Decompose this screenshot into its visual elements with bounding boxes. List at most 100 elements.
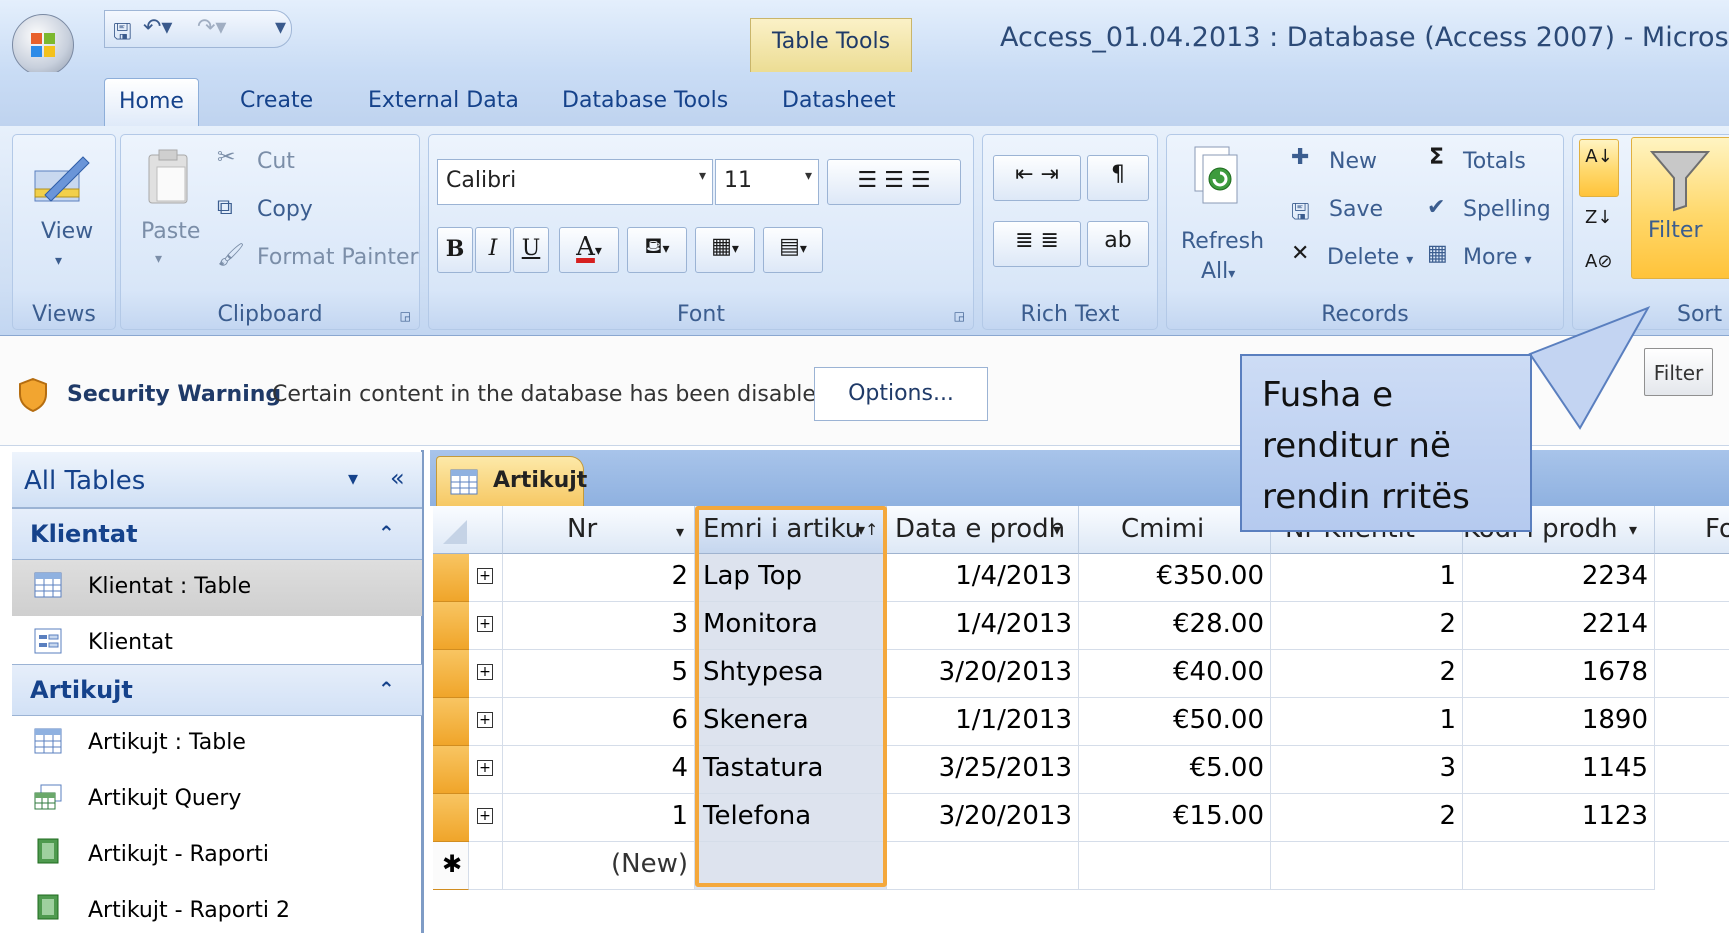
font-size-combo[interactable]: 11 ▾ bbox=[715, 159, 819, 205]
paragraph-direction-icon[interactable]: ¶ bbox=[1087, 155, 1149, 201]
row-selector[interactable] bbox=[433, 554, 469, 602]
nav-group-artikujt[interactable]: Artikujt ⌃ bbox=[12, 664, 422, 716]
dialog-launcher-icon[interactable]: ◲ bbox=[954, 309, 965, 323]
list-buttons[interactable]: ≣ ≣ bbox=[993, 221, 1081, 267]
cell-emri-i-artiku[interactable]: Telefona bbox=[695, 794, 887, 842]
cell-kodi-i-prodh[interactable]: 1123 bbox=[1463, 794, 1655, 842]
cell-nr[interactable]: 6 bbox=[503, 698, 695, 746]
cell-fo[interactable] bbox=[1655, 554, 1729, 602]
font-name-combo[interactable]: Calibri ▾ bbox=[437, 159, 713, 205]
align-left-icon[interactable]: ☰ bbox=[857, 168, 877, 193]
cell-nr[interactable]: 5 bbox=[503, 650, 695, 698]
new-row-klienti-cell[interactable] bbox=[1271, 842, 1463, 890]
cell-fo[interactable] bbox=[1655, 698, 1729, 746]
cell-nr[interactable]: 2 bbox=[503, 554, 695, 602]
totals-button[interactable]: Totals bbox=[1463, 149, 1526, 174]
column-header-nr[interactable]: Nr ▾ bbox=[503, 506, 695, 554]
cell-nr[interactable]: 3 bbox=[503, 602, 695, 650]
expand-subdatasheet-icon[interactable]: + bbox=[477, 616, 493, 632]
expand-subdatasheet-icon[interactable]: + bbox=[477, 760, 493, 776]
cell-nr-klientit[interactable]: 1 bbox=[1271, 698, 1463, 746]
expand-subdatasheet-icon[interactable]: + bbox=[477, 712, 493, 728]
cell-emri-i-artiku[interactable]: Tastatura bbox=[695, 746, 887, 794]
cell-kodi-i-prodh[interactable]: 2214 bbox=[1463, 602, 1655, 650]
cell-nr-klientit[interactable]: 2 bbox=[1271, 650, 1463, 698]
redo-icon[interactable]: ↷▾ bbox=[197, 15, 226, 40]
new-row-kodi-cell[interactable] bbox=[1463, 842, 1655, 890]
cell-emri-i-artiku[interactable]: Lap Top bbox=[695, 554, 887, 602]
cell-fo[interactable] bbox=[1655, 650, 1729, 698]
chevron-down-icon[interactable]: ▾ bbox=[155, 251, 162, 267]
sort-ascending-icon[interactable]: ▾↑ bbox=[857, 520, 878, 539]
bullet-list-icon[interactable]: ≣ bbox=[1041, 228, 1059, 253]
tab-database-tools[interactable]: Database Tools bbox=[548, 78, 742, 126]
expand-subdatasheet-icon[interactable]: + bbox=[477, 808, 493, 824]
nav-pane-header[interactable]: All Tables ▾ « bbox=[12, 452, 422, 508]
undo-icon[interactable]: ↶▾ bbox=[143, 15, 172, 40]
view-button[interactable]: View bbox=[41, 219, 93, 244]
row-selector[interactable] bbox=[433, 746, 469, 794]
clear-sort-icon[interactable]: A⊘ bbox=[1585, 251, 1612, 272]
options-button[interactable]: Options... bbox=[814, 367, 988, 421]
align-center-icon[interactable]: ☰ bbox=[884, 168, 904, 193]
cell-emri-i-artiku[interactable]: Monitora bbox=[695, 602, 887, 650]
row-selector[interactable] bbox=[433, 602, 469, 650]
highlight-icon[interactable]: ab bbox=[1087, 221, 1149, 267]
chevron-down-icon[interactable]: ▾ bbox=[275, 15, 286, 40]
chevron-down-icon[interactable]: ▾ bbox=[1629, 520, 1637, 539]
nav-item-artikujt-query[interactable]: Artikujt Query bbox=[12, 772, 422, 828]
align-right-icon[interactable]: ☰ bbox=[911, 168, 931, 193]
cell-emri-i-artiku[interactable]: Skenera bbox=[695, 698, 887, 746]
new-row-emri-cell[interactable] bbox=[695, 842, 887, 890]
alignment-buttons[interactable]: ☰ ☰ ☰ bbox=[827, 159, 961, 205]
cell-data-e-prodh[interactable]: 1/4/2013 bbox=[887, 554, 1079, 602]
chevron-down-icon[interactable]: ▾ bbox=[676, 522, 684, 541]
cell-nr-klientit[interactable]: 2 bbox=[1271, 794, 1463, 842]
cell-cmimi[interactable]: €5.00 bbox=[1079, 746, 1271, 794]
new-row-data-cell[interactable] bbox=[887, 842, 1079, 890]
new-row-cmimi-cell[interactable] bbox=[1079, 842, 1271, 890]
nav-item-artikujt-raporti[interactable]: Artikujt - Raporti bbox=[12, 828, 422, 884]
cell-data-e-prodh[interactable]: 3/25/2013 bbox=[887, 746, 1079, 794]
cut-button[interactable]: Cut bbox=[257, 149, 295, 174]
cell-data-e-prodh[interactable]: 1/4/2013 bbox=[887, 602, 1079, 650]
numbered-list-icon[interactable]: ≣ bbox=[1015, 228, 1033, 253]
underline-button[interactable]: U bbox=[513, 227, 549, 273]
copy-button[interactable]: Copy bbox=[257, 197, 313, 222]
delete-button[interactable]: Delete ▾ bbox=[1327, 245, 1413, 270]
italic-button[interactable]: I bbox=[475, 227, 511, 273]
nav-item-artikujt-table[interactable]: Artikujt : Table bbox=[12, 716, 422, 772]
cell-emri-i-artiku[interactable]: Shtypesa bbox=[695, 650, 887, 698]
column-header-fo[interactable]: Fo bbox=[1655, 506, 1729, 554]
more-button[interactable]: More ▾ bbox=[1463, 245, 1532, 270]
decrease-indent-icon[interactable]: ⇤ bbox=[1015, 162, 1033, 187]
select-all-corner[interactable] bbox=[433, 506, 503, 554]
format-painter-button[interactable]: Format Painter bbox=[257, 245, 419, 270]
collapse-group-icon[interactable]: ⌃ bbox=[378, 677, 395, 701]
chevron-down-icon[interactable]: ▾ bbox=[348, 466, 358, 490]
cell-fo[interactable] bbox=[1655, 794, 1729, 842]
cell-nr[interactable]: 4 bbox=[503, 746, 695, 794]
chevron-down-icon[interactable]: ▾ bbox=[1053, 520, 1061, 539]
row-selector[interactable] bbox=[433, 650, 469, 698]
new-record-button[interactable]: New bbox=[1329, 149, 1377, 174]
cell-cmimi[interactable]: €28.00 bbox=[1079, 602, 1271, 650]
cell-kodi-i-prodh[interactable]: 2234 bbox=[1463, 554, 1655, 602]
new-row-nr-cell[interactable]: (New) bbox=[503, 842, 695, 890]
cell-fo[interactable] bbox=[1655, 602, 1729, 650]
expand-subdatasheet-icon[interactable]: + bbox=[477, 664, 493, 680]
collapse-pane-icon[interactable]: « bbox=[390, 464, 405, 492]
spelling-button[interactable]: Spelling bbox=[1463, 197, 1551, 222]
tab-create[interactable]: Create bbox=[226, 78, 327, 126]
cell-cmimi[interactable]: €350.00 bbox=[1079, 554, 1271, 602]
document-tab-artikujt[interactable]: Artikujt bbox=[436, 456, 587, 506]
expand-subdatasheet-icon[interactable]: + bbox=[477, 568, 493, 584]
new-row-selector[interactable]: ✱ bbox=[433, 842, 469, 890]
fill-color-button[interactable]: ⛾▾ bbox=[627, 227, 687, 273]
cell-kodi-i-prodh[interactable]: 1145 bbox=[1463, 746, 1655, 794]
cell-cmimi[interactable]: €15.00 bbox=[1079, 794, 1271, 842]
nav-item-artikujt-raporti-2[interactable]: Artikujt - Raporti 2 bbox=[12, 884, 422, 933]
cell-nr-klientit[interactable]: 3 bbox=[1271, 746, 1463, 794]
save-record-button[interactable]: Save bbox=[1329, 197, 1383, 222]
nav-item-klientat-table[interactable]: Klientat : Table bbox=[12, 560, 422, 616]
